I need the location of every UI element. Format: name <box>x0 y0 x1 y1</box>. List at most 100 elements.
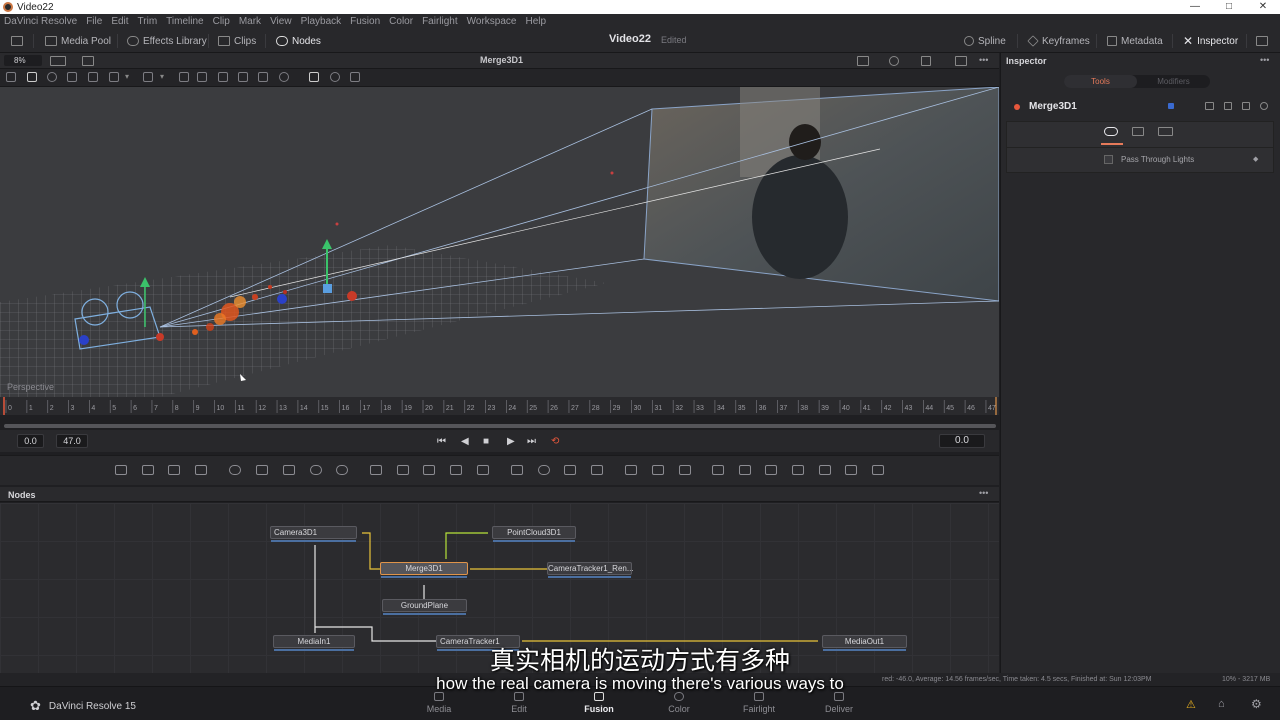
minimize-button[interactable]: — <box>1178 0 1212 14</box>
menu-fairlight[interactable]: Fairlight <box>418 16 463 27</box>
lock-icon[interactable] <box>1242 102 1250 110</box>
menu-color[interactable]: Color <box>385 16 418 27</box>
nodes-more-button[interactable]: ••• <box>979 488 988 498</box>
media-pool-button[interactable]: Media Pool <box>45 33 111 49</box>
inspector-button[interactable]: ✕ Inspector <box>1183 33 1238 49</box>
tab-modifiers[interactable]: Modifiers <box>1137 75 1210 88</box>
polygon-mask-icon[interactable] <box>564 465 576 475</box>
play-reverse-icon[interactable]: ◀ <box>461 436 469 447</box>
tab-media[interactable]: Media <box>409 704 469 714</box>
chevron-down-icon[interactable]: ▾ <box>160 72 170 82</box>
zoom-icon[interactable] <box>47 72 57 82</box>
corner-pin-icon[interactable] <box>679 465 691 475</box>
tab-color[interactable]: Color <box>649 704 709 714</box>
y-axis-arrow[interactable] <box>322 239 332 249</box>
text-tool-icon[interactable] <box>168 465 180 475</box>
node-color-swatch[interactable] <box>1168 103 1174 109</box>
brightness-tool-icon[interactable] <box>310 465 322 475</box>
tracker-tool-icon[interactable] <box>625 465 637 475</box>
go-to-end-icon[interactable]: ⏭ <box>527 436 536 447</box>
time-ruler[interactable]: 0 1 2 3 4 5 6 7 8 9 10 11 12 13 14 15 16 17 18 19 20 21 22 23 24… <box>0 397 999 415</box>
camera3d-tool-icon[interactable] <box>765 465 777 475</box>
viewer-grid-icon[interactable] <box>921 56 931 66</box>
reset-icon[interactable] <box>1260 102 1268 110</box>
menu-playback[interactable]: Playback <box>297 16 347 27</box>
metadata-button[interactable]: Metadata <box>1107 33 1163 49</box>
node-groundplane[interactable]: GroundPlane <box>382 599 467 615</box>
imageplane-tool-icon[interactable] <box>872 465 884 475</box>
planar-tracker-icon[interactable] <box>652 465 664 475</box>
keyframes-button[interactable]: Keyframes <box>1027 33 1090 49</box>
timeline-scrubber[interactable] <box>4 424 996 428</box>
menu-view[interactable]: View <box>266 16 297 27</box>
matte-tool-icon[interactable] <box>423 465 435 475</box>
home-icon[interactable]: ⌂ <box>1218 698 1225 710</box>
brush-tool-icon[interactable] <box>195 465 207 475</box>
current-time-field[interactable]: 0.0 <box>939 434 985 448</box>
menu-davinci-resolve[interactable]: DaVinci Resolve <box>0 16 82 27</box>
keyframe-diamond-icon[interactable]: ◆ <box>1253 155 1258 163</box>
menu-help[interactable]: Help <box>521 16 551 27</box>
scale-icon[interactable] <box>350 72 360 82</box>
start-time-field[interactable]: 0.0 <box>17 434 44 448</box>
menu-clip[interactable]: Clip <box>209 16 235 27</box>
stop-icon[interactable]: ■ <box>483 436 489 447</box>
color-corrector-icon[interactable] <box>256 465 268 475</box>
chevron-down-icon[interactable]: ▾ <box>125 72 135 82</box>
viewer-layout-icon[interactable] <box>50 56 66 66</box>
menu-fusion[interactable]: Fusion <box>346 16 385 27</box>
curves-tool-icon[interactable] <box>283 465 295 475</box>
viewer-options-icon[interactable] <box>82 56 94 66</box>
light-icon[interactable] <box>88 72 98 82</box>
play-icon[interactable]: ▶ <box>507 436 515 447</box>
shadow-icon[interactable] <box>109 72 119 82</box>
x-axis-handle[interactable] <box>347 291 357 301</box>
nodes-button[interactable]: Nodes <box>276 33 321 49</box>
transform-tab-icon[interactable] <box>1132 127 1144 136</box>
pin-icon[interactable] <box>1224 102 1232 110</box>
tab-fusion[interactable]: Fusion <box>569 704 629 714</box>
paint-tool-icon[interactable] <box>142 465 154 475</box>
viewer-lut-icon[interactable] <box>857 56 869 66</box>
z-axis-handle[interactable] <box>277 294 287 304</box>
go-to-start-icon[interactable]: ⏮ <box>437 436 446 447</box>
resize-tool-icon[interactable] <box>450 465 462 475</box>
tab-edit[interactable]: Edit <box>489 704 549 714</box>
cube-icon[interactable] <box>238 72 248 82</box>
particles-tool-icon[interactable] <box>229 465 241 475</box>
loop-icon[interactable]: ⟲ <box>551 436 559 447</box>
transparency-icon[interactable] <box>143 72 153 82</box>
clips-button[interactable]: Clips <box>218 33 256 49</box>
menu-file[interactable]: File <box>82 16 107 27</box>
controls-tab-icon[interactable] <box>1104 127 1118 136</box>
text3d-tool-icon[interactable] <box>739 465 751 475</box>
maximize-button[interactable]: □ <box>1212 0 1246 14</box>
shape3d-tool-icon[interactable] <box>712 465 724 475</box>
inspector-more-button[interactable]: ••• <box>1260 55 1269 65</box>
spline-button[interactable]: Spline <box>964 33 1006 49</box>
node-cameratracker-render[interactable]: CameraTracker1_Ren... <box>547 562 634 578</box>
merge-tool-icon[interactable] <box>370 465 382 475</box>
render3d-tool-icon[interactable] <box>845 465 857 475</box>
versions-icon[interactable] <box>1205 102 1214 110</box>
channel-tool-icon[interactable] <box>397 465 409 475</box>
move-icon[interactable] <box>309 72 319 82</box>
menu-workspace[interactable]: Workspace <box>463 16 522 27</box>
close-view-icon[interactable] <box>6 72 16 82</box>
gear-icon[interactable]: ⚙ <box>1251 697 1262 711</box>
settings-tab-icon[interactable] <box>1158 127 1173 136</box>
gizmo-center[interactable] <box>323 284 332 293</box>
viewer-more-button[interactable]: ••• <box>979 55 988 65</box>
node-pointcloud3d[interactable]: PointCloud3D1 <box>492 526 576 542</box>
close-button[interactable]: ✕ <box>1246 0 1280 14</box>
menu-edit[interactable]: Edit <box>107 16 133 27</box>
viewer-color-icon[interactable] <box>889 56 899 66</box>
effects-library-button[interactable]: Effects Library <box>127 33 207 49</box>
blur-tool-icon[interactable] <box>336 465 348 475</box>
ellipse-mask-icon[interactable] <box>538 465 550 475</box>
tab-fairlight[interactable]: Fairlight <box>729 704 789 714</box>
tab-tools[interactable]: Tools <box>1064 75 1137 88</box>
right-panel-toggle-icon[interactable] <box>1256 36 1268 46</box>
node-camera3d[interactable]: Camera3D1 <box>270 526 357 542</box>
frame-icon[interactable] <box>258 72 268 82</box>
